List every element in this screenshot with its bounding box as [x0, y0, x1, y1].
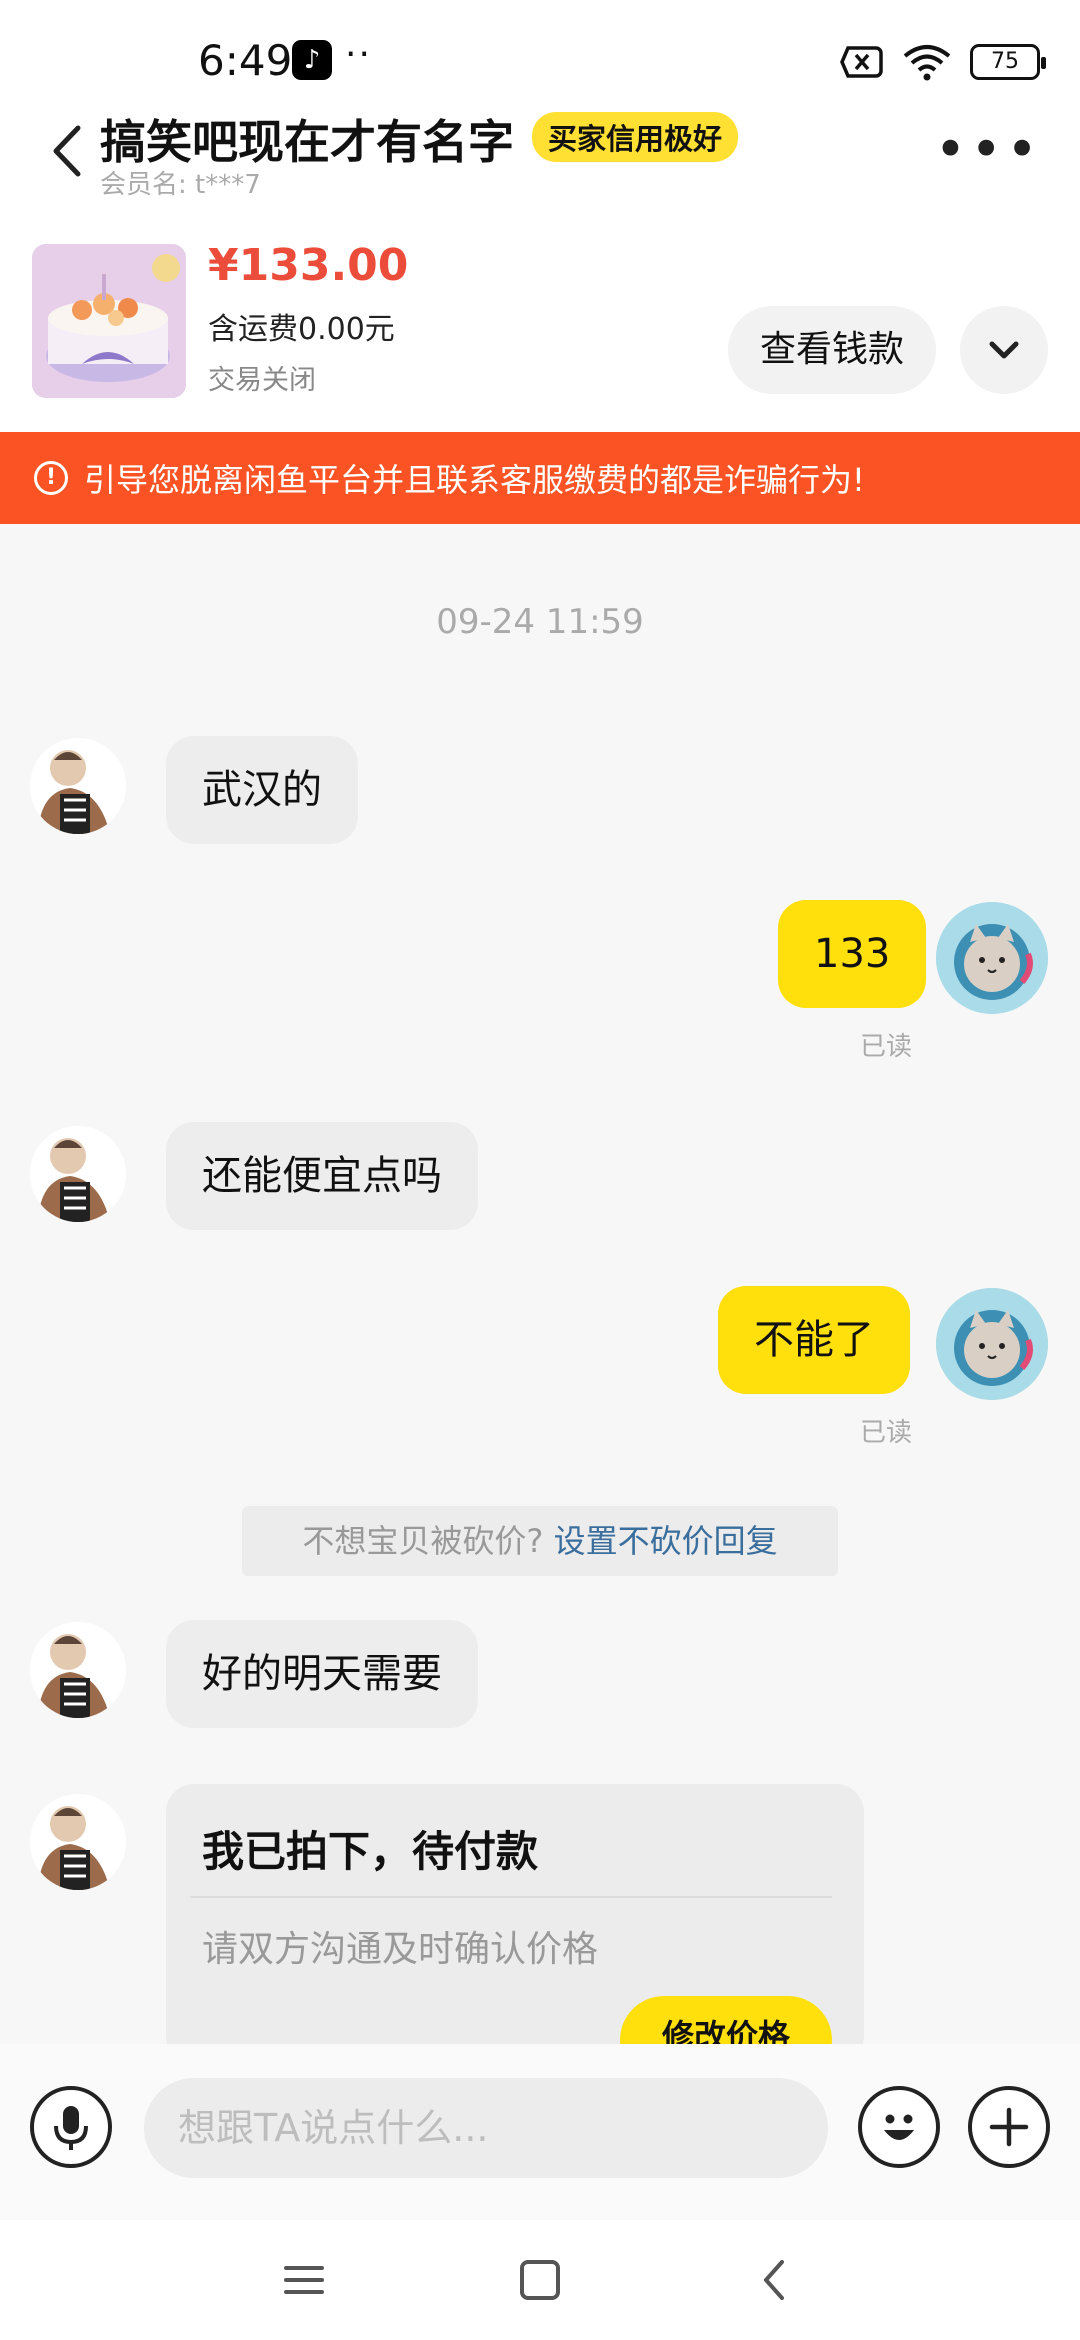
home-icon[interactable]	[508, 2248, 572, 2312]
status-icons: 75	[840, 40, 1046, 84]
more-icon[interactable]: •••	[934, 123, 1042, 177]
my-avatar[interactable]	[936, 1288, 1048, 1400]
wifi-icon	[903, 45, 951, 81]
read-receipt: 已读	[860, 1418, 913, 1448]
order-status-card[interactable]: 我已拍下，待付款 请双方沟通及时确认价格 修改价格	[166, 1784, 864, 2064]
page-title: 搞笑吧现在才有名字	[100, 115, 514, 169]
message-input-bar	[0, 2044, 1080, 2220]
alert-icon: !	[34, 461, 68, 495]
message-bubble-received[interactable]: 还能便宜点吗	[166, 1122, 478, 1230]
chevron-down-icon	[989, 341, 1019, 359]
my-avatar[interactable]	[936, 902, 1048, 1014]
emoji-button[interactable]	[858, 2086, 940, 2168]
back-icon[interactable]	[42, 116, 92, 186]
battery-indicator: 75	[970, 44, 1046, 80]
product-thumbnail[interactable]	[32, 244, 186, 398]
order-card-title: 我已拍下，待付款	[202, 1827, 539, 1876]
divider	[190, 1896, 832, 1898]
chat-timestamp: 09-24 11:59	[436, 602, 644, 642]
fraud-warning-banner: ! 引导您脱离闲鱼平台并且联系客服缴费的都是诈骗行为!	[0, 432, 1080, 524]
buyer-avatar[interactable]	[30, 1794, 126, 1890]
product-price: ¥133.00	[208, 240, 409, 291]
expand-button[interactable]	[960, 306, 1048, 394]
status-time: 6:49	[198, 36, 293, 85]
set-no-bargain-link[interactable]: 设置不砍价回复	[554, 1522, 778, 1560]
message-input[interactable]	[144, 2078, 828, 2178]
buyer-avatar[interactable]	[30, 738, 126, 834]
buyer-avatar[interactable]	[30, 1622, 126, 1718]
sim-error-icon	[840, 46, 883, 78]
chat-header: 搞笑吧现在才有名字 买家信用极好 会员名: t***7 •••	[0, 100, 1080, 210]
buyer-avatar[interactable]	[30, 1126, 126, 1222]
message-bubble-sent[interactable]: 不能了	[718, 1286, 910, 1394]
more-notifications-icon: ··	[345, 34, 372, 75]
shipping-fee: 含运费0.00元	[208, 312, 395, 347]
bargain-tip: 不想宝贝被砍价? 设置不砍价回复	[242, 1506, 838, 1576]
order-card-subtitle: 请双方沟通及时确认价格	[202, 1929, 599, 1970]
message-bubble-received[interactable]: 好的明天需要	[166, 1620, 478, 1728]
member-name: 会员名: t***7	[100, 170, 261, 200]
back-nav-icon[interactable]	[744, 2248, 808, 2312]
system-nav-bar	[0, 2220, 1080, 2340]
plus-icon	[989, 2107, 1029, 2147]
message-bubble-sent[interactable]: 133	[778, 900, 927, 1008]
view-payment-button[interactable]: 查看钱款	[728, 306, 936, 394]
tip-text: 不想宝贝被砍价?	[302, 1522, 554, 1560]
mic-icon	[54, 2106, 88, 2150]
warning-text: 引导您脱离闲鱼平台并且联系客服缴费的都是诈骗行为!	[84, 461, 865, 499]
deal-status: 交易关闭	[208, 365, 316, 396]
product-summary[interactable]: ¥133.00 含运费0.00元 交易关闭 查看钱款	[0, 210, 1080, 432]
voice-button[interactable]	[30, 2086, 112, 2168]
credit-badge: 买家信用极好	[532, 112, 739, 162]
read-receipt: 已读	[860, 1032, 913, 1062]
emoji-icon	[884, 2114, 914, 2140]
message-bubble-received[interactable]: 武汉的	[166, 736, 358, 844]
tiktok-notification-icon: ♪	[292, 40, 332, 80]
menu-icon[interactable]	[272, 2248, 336, 2312]
more-actions-button[interactable]	[968, 2086, 1050, 2168]
